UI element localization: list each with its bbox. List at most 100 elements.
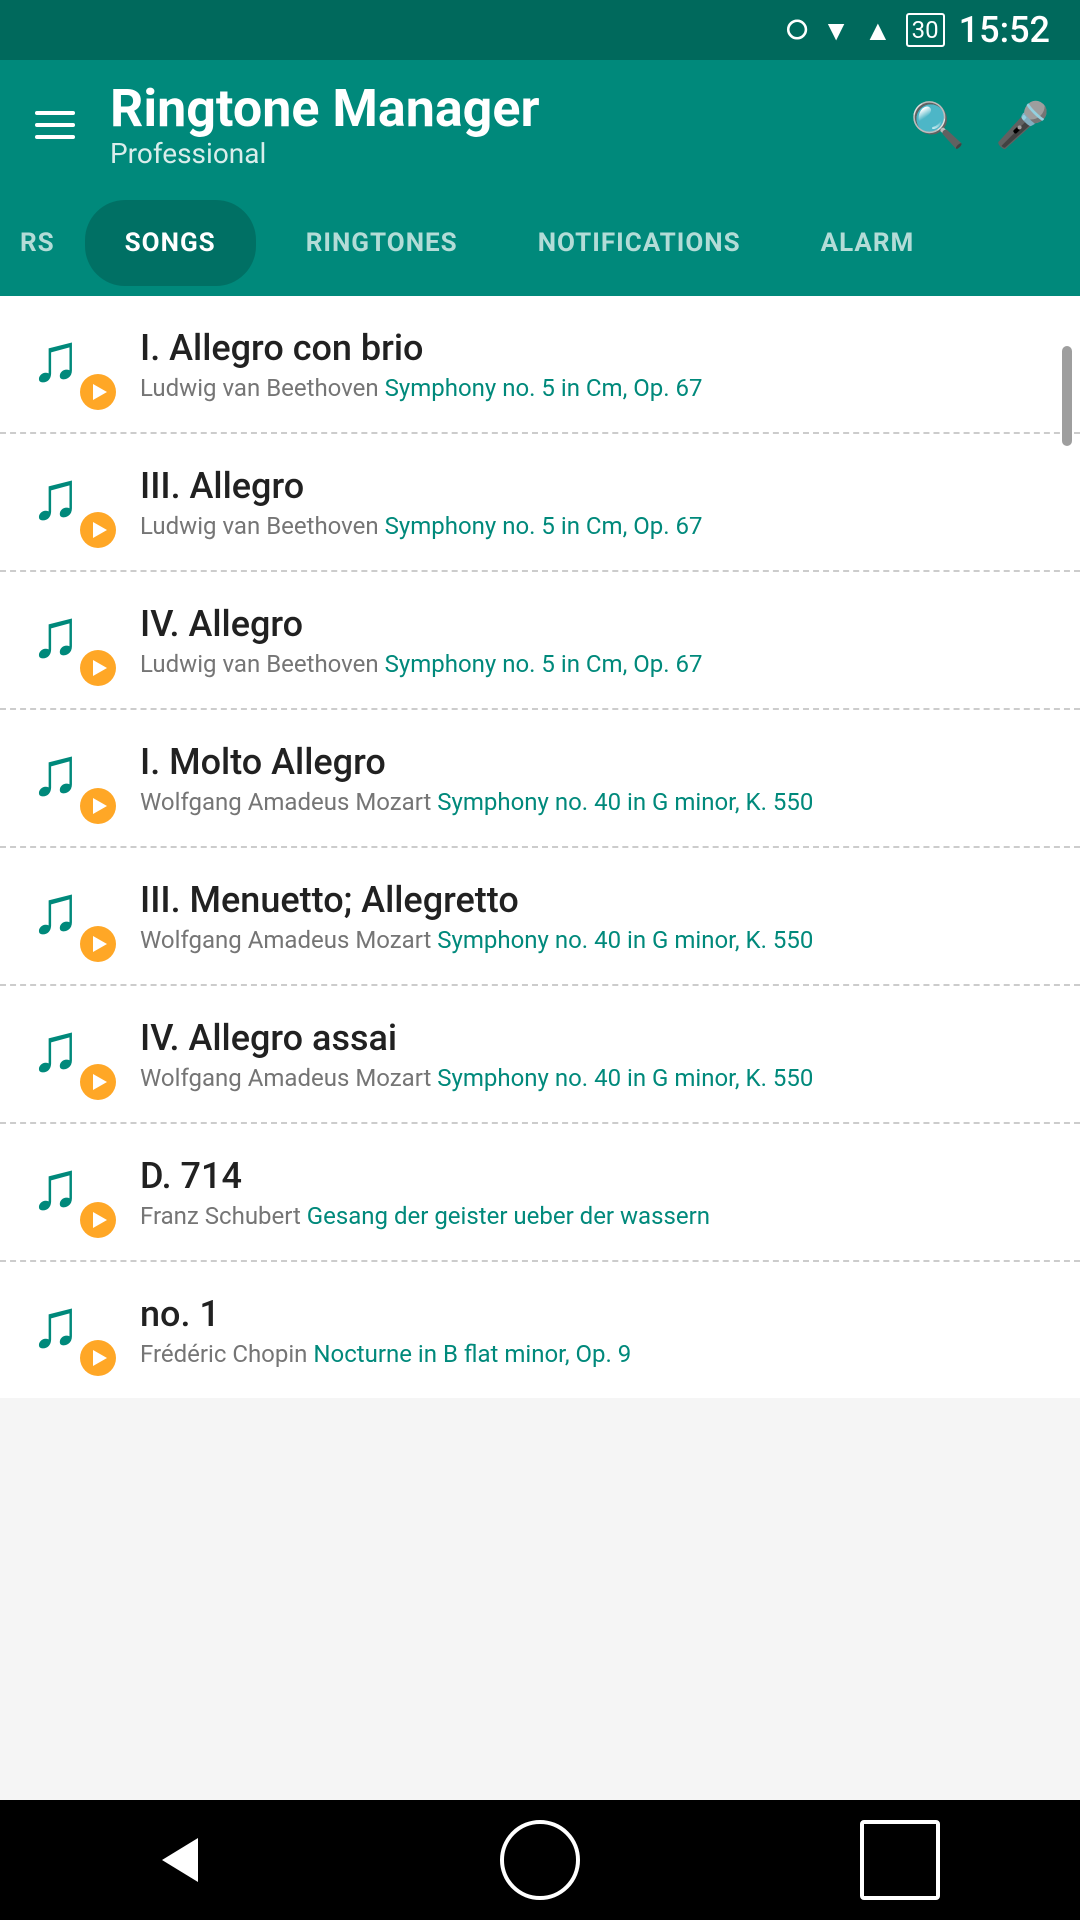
song-meta: Franz Schubert Gesang der geister ueber … [140,1202,1050,1230]
artist-name: Wolfgang Amadeus Mozart [140,926,431,954]
song-meta: Wolfgang Amadeus Mozart Symphony no. 40 … [140,1064,1050,1092]
song-item[interactable]: ♫ no. 1 Frédéric Chopin Nocturne in B fl… [0,1262,1080,1398]
album-name: Symphony no. 40 in G minor, K. 550 [437,788,813,816]
scroll-indicator[interactable] [1062,346,1072,446]
play-button[interactable] [80,374,116,410]
music-note-icon: ♫ [30,1284,81,1364]
song-info: IV. Allegro Ludwig van Beethoven Symphon… [140,603,1050,678]
song-meta: Frédéric Chopin Nocturne in B flat minor… [140,1340,1050,1368]
music-note-icon: ♫ [30,594,81,674]
song-info: no. 1 Frédéric Chopin Nocturne in B flat… [140,1293,1050,1368]
play-button[interactable] [80,650,116,686]
song-icon-wrapper: ♫ [30,738,110,818]
play-button[interactable] [80,512,116,548]
wifi-icon: ▼ [822,14,850,47]
song-title: I. Allegro con brio [140,327,1050,370]
song-title: I. Molto Allegro [140,741,1050,784]
song-meta: Ludwig van Beethoven Symphony no. 5 in C… [140,512,1050,540]
app-bar-actions: 🔍 🎤 [910,99,1050,151]
app-title-group: Ringtone Manager Professional [110,80,880,170]
song-icon-wrapper: ♫ [30,600,110,680]
song-item[interactable]: ♫ III. Menuetto; Allegretto Wolfgang Ama… [0,848,1080,986]
play-button[interactable] [80,926,116,962]
home-button[interactable] [500,1820,580,1900]
song-info: III. Menuetto; Allegretto Wolfgang Amade… [140,879,1050,954]
content-area: ♫ I. Allegro con brio Ludwig van Beethov… [0,296,1080,1518]
song-icon-wrapper: ♫ [30,876,110,956]
music-note-icon: ♫ [30,870,81,950]
status-time: 15:52 [959,9,1050,51]
album-name: Gesang der geister ueber der wassern [307,1202,710,1230]
song-info: D. 714 Franz Schubert Gesang der geister… [140,1155,1050,1230]
status-bar: ⭘ ▼ ▲ 30 15:52 [0,0,1080,60]
song-info: IV. Allegro assai Wolfgang Amadeus Mozar… [140,1017,1050,1092]
artist-name: Wolfgang Amadeus Mozart [140,1064,431,1092]
song-list: ♫ I. Allegro con brio Ludwig van Beethov… [0,296,1080,1398]
tab-songs[interactable]: SONGS [85,200,256,286]
music-note-icon: ♫ [30,456,81,536]
song-info: I. Allegro con brio Ludwig van Beethoven… [140,327,1050,402]
album-name: Symphony no. 40 in G minor, K. 550 [437,926,813,954]
bluetooth-icon: ⭘ [786,13,808,47]
song-meta: Ludwig van Beethoven Symphony no. 5 in C… [140,650,1050,678]
artist-name: Ludwig van Beethoven [140,650,379,678]
music-note-icon: ♫ [30,732,81,812]
status-icons: ⭘ ▼ ▲ 30 15:52 [786,9,1050,51]
song-meta: Wolfgang Amadeus Mozart Symphony no. 40 … [140,926,1050,954]
play-button[interactable] [80,1064,116,1100]
album-name: Nocturne in B flat minor, Op. 9 [313,1340,631,1368]
song-title: IV. Allegro [140,603,1050,646]
song-info: III. Allegro Ludwig van Beethoven Sympho… [140,465,1050,540]
song-icon-wrapper: ♫ [30,1290,110,1370]
song-title: no. 1 [140,1293,1050,1336]
app-title: Ringtone Manager [110,80,880,137]
artist-name: Ludwig van Beethoven [140,512,379,540]
recent-button[interactable] [860,1820,940,1900]
album-name: Symphony no. 5 in Cm, Op. 67 [385,374,703,402]
song-item[interactable]: ♫ III. Allegro Ludwig van Beethoven Symp… [0,434,1080,572]
artist-name: Franz Schubert [140,1202,301,1230]
artist-name: Ludwig van Beethoven [140,374,379,402]
play-button[interactable] [80,788,116,824]
tab-ringtones[interactable]: RINGTONES [266,200,498,286]
play-button[interactable] [80,1202,116,1238]
artist-name: Frédéric Chopin [140,1340,307,1368]
app-subtitle: Professional [110,137,880,170]
song-item[interactable]: ♫ IV. Allegro assai Wolfgang Amadeus Moz… [0,986,1080,1124]
song-item[interactable]: ♫ I. Allegro con brio Ludwig van Beethov… [0,296,1080,434]
music-note-icon: ♫ [30,1008,81,1088]
song-icon-wrapper: ♫ [30,324,110,404]
music-note-icon: ♫ [30,1146,81,1226]
song-title: III. Menuetto; Allegretto [140,879,1050,922]
song-icon-wrapper: ♫ [30,1014,110,1094]
bottom-nav [0,1800,1080,1920]
song-title: III. Allegro [140,465,1050,508]
hamburger-menu-button[interactable] [30,106,80,144]
play-button[interactable] [80,1340,116,1376]
song-title: IV. Allegro assai [140,1017,1050,1060]
music-note-icon: ♫ [30,318,81,398]
battery-icon: 30 [906,13,945,47]
signal-icon: ▲ [864,14,892,47]
artist-name: Wolfgang Amadeus Mozart [140,788,431,816]
app-bar: Ringtone Manager Professional 🔍 🎤 [0,60,1080,190]
tabs-bar: RS SONGS RINGTONES NOTIFICATIONS ALARM [0,190,1080,296]
song-item[interactable]: ♫ I. Molto Allegro Wolfgang Amadeus Moza… [0,710,1080,848]
song-icon-wrapper: ♫ [30,1152,110,1232]
tab-notifications[interactable]: NOTIFICATIONS [498,200,781,286]
song-item[interactable]: ♫ D. 714 Franz Schubert Gesang der geist… [0,1124,1080,1262]
song-item[interactable]: ♫ IV. Allegro Ludwig van Beethoven Symph… [0,572,1080,710]
mic-icon[interactable]: 🎤 [995,99,1050,151]
album-name: Symphony no. 5 in Cm, Op. 67 [385,650,703,678]
tab-alarm[interactable]: ALARM [781,200,955,286]
search-icon[interactable]: 🔍 [910,99,965,151]
song-meta: Ludwig van Beethoven Symphony no. 5 in C… [140,374,1050,402]
tab-all[interactable]: RS [0,200,75,286]
song-info: I. Molto Allegro Wolfgang Amadeus Mozart… [140,741,1050,816]
album-name: Symphony no. 40 in G minor, K. 550 [437,1064,813,1092]
album-name: Symphony no. 5 in Cm, Op. 67 [385,512,703,540]
song-meta: Wolfgang Amadeus Mozart Symphony no. 40 … [140,788,1050,816]
back-button[interactable] [140,1820,220,1900]
song-title: D. 714 [140,1155,1050,1198]
song-icon-wrapper: ♫ [30,462,110,542]
